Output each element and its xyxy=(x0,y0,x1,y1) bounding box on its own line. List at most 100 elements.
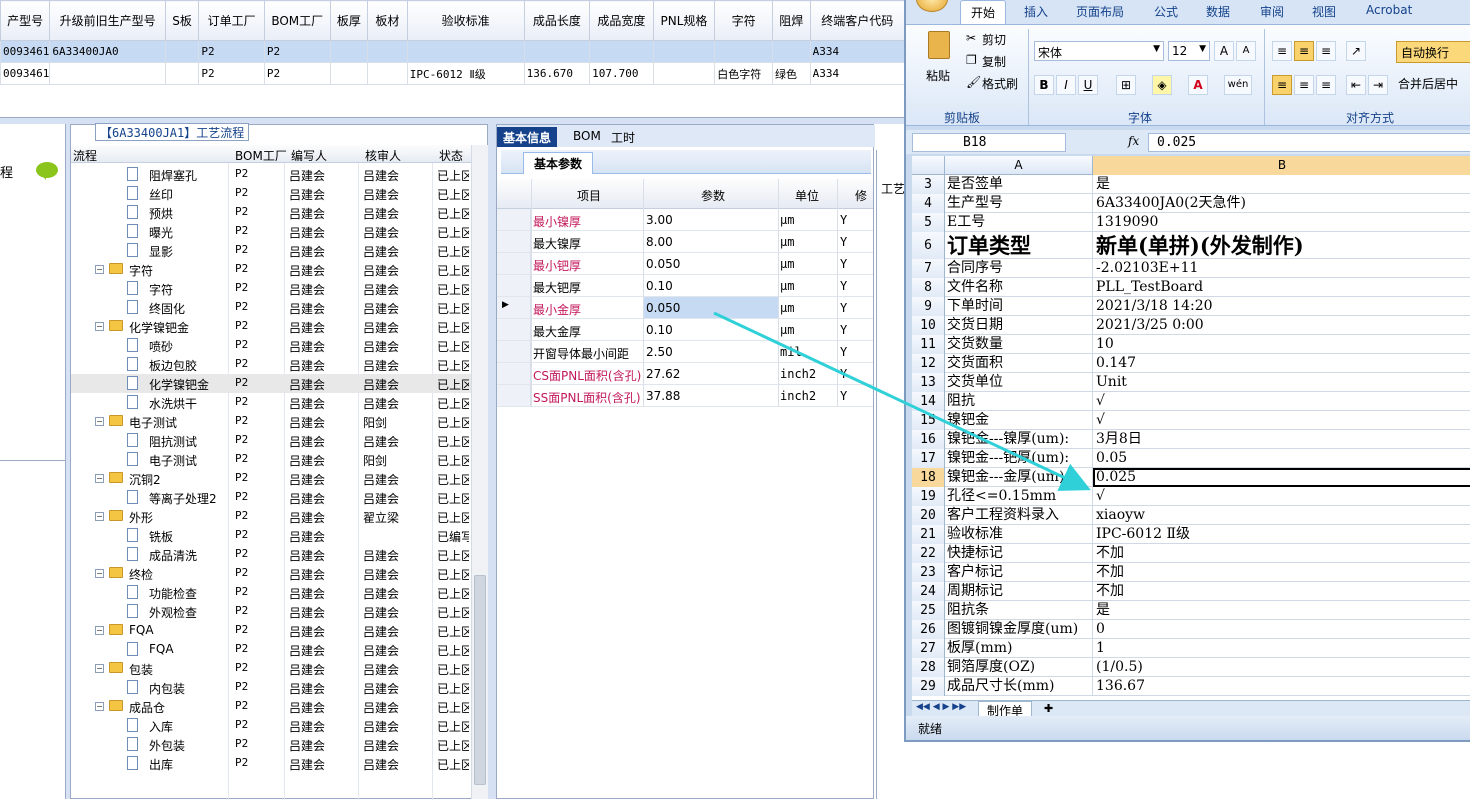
cell-a[interactable]: 交货数量 xyxy=(945,335,1093,354)
row-indicator[interactable] xyxy=(497,253,531,274)
table-cell[interactable] xyxy=(406,40,525,63)
row-number[interactable]: 23 xyxy=(912,563,945,582)
cell-b[interactable]: 是 xyxy=(1093,175,1470,194)
table-cell[interactable] xyxy=(652,40,716,63)
tree-row[interactable]: − 字符 P2 吕建会 吕建会 已上区 xyxy=(71,260,471,279)
row-number[interactable]: 21 xyxy=(912,525,945,544)
process-scrollbar[interactable] xyxy=(471,145,488,799)
row-number[interactable]: 6 xyxy=(912,232,945,259)
tree-row[interactable]: 外包装 P2 吕建会 吕建会 已上区 xyxy=(71,735,471,754)
align-right-icon[interactable]: ≡ xyxy=(1316,75,1336,95)
sheet-row[interactable]: 25 阻抗条是 xyxy=(912,601,1470,620)
table-cell[interactable]: P2 xyxy=(263,40,331,63)
sheet-row[interactable]: 8 文件名称 PLL_TestBoard xyxy=(912,278,1470,297)
cell-a[interactable]: 阻抗条 xyxy=(945,601,1093,620)
tree-row[interactable]: 等离子处理2 P2 吕建会 吕建会 已上区 xyxy=(71,488,471,507)
row-number[interactable]: 22 xyxy=(912,544,945,563)
cell-b[interactable]: √ xyxy=(1093,411,1470,430)
cell-b[interactable]: 136.67 xyxy=(1093,677,1470,696)
scroll-thumb[interactable] xyxy=(474,575,486,785)
row-number[interactable]: 11 xyxy=(912,335,945,354)
param-value[interactable]: 3.00 xyxy=(644,209,778,230)
table-cell[interactable]: IPC-6012 Ⅱ级 xyxy=(406,62,525,85)
sheet-row[interactable]: 29 成品尺寸长(mm) 136.67 xyxy=(912,677,1470,696)
table-row[interactable]: 0093461 P2 P2 IPC-6012 Ⅱ级 136.670 107.700 白色字符… xyxy=(0,62,906,85)
header-param[interactable]: 参数 xyxy=(701,187,725,204)
sheet-row[interactable]: 9 下单时间 2021/3/18 14:20 xyxy=(912,297,1470,316)
tree-row[interactable]: 阻抗测试 P2 吕建会 吕建会 已上区 xyxy=(71,431,471,450)
param-flag[interactable]: Y xyxy=(840,213,847,227)
param-flag[interactable]: Y xyxy=(840,323,847,337)
cell-a[interactable]: 孔径<=0.15mm xyxy=(945,487,1093,506)
table-cell[interactable]: A334 xyxy=(809,40,906,63)
cell-b[interactable]: 不加 xyxy=(1093,582,1470,601)
cut-icon[interactable]: ✂ xyxy=(966,31,976,45)
param-value[interactable]: 27.62 xyxy=(644,363,778,384)
row-indicator[interactable] xyxy=(497,363,531,384)
wrap-text-button[interactable]: 自动换行 xyxy=(1396,41,1470,63)
tree-row[interactable]: 终固化 P2 吕建会 吕建会 已上区 xyxy=(71,298,471,317)
fx-icon[interactable]: fx xyxy=(1128,134,1139,148)
font-name-select[interactable]: 宋体 ▼ xyxy=(1034,41,1164,61)
grid-header[interactable]: 订单工厂 xyxy=(198,0,265,41)
table-cell[interactable]: 6A33400JA0 xyxy=(49,40,166,63)
collapse-icon[interactable]: − xyxy=(95,417,104,426)
row-number[interactable]: 17 xyxy=(912,449,945,468)
row-number[interactable]: 3 xyxy=(912,175,945,194)
tree-row[interactable]: 板边包胶 P2 吕建会 吕建会 已上区 xyxy=(71,355,471,374)
tree-row[interactable]: − 包装 P2 吕建会 吕建会 已上区 xyxy=(71,659,471,678)
border-icon[interactable]: ⊞ xyxy=(1116,75,1136,95)
cell-b[interactable]: (1/0.5) xyxy=(1093,658,1470,677)
param-flag[interactable]: Y xyxy=(840,235,847,249)
table-cell[interactable]: 0093461 xyxy=(0,40,51,63)
sheet-nav-icon[interactable]: ◀◀ ◀ ▶ ▶▶ xyxy=(916,702,966,712)
table-cell[interactable] xyxy=(367,62,408,85)
table-cell[interactable]: 绿色 xyxy=(771,62,811,85)
grid-header[interactable]: S板 xyxy=(164,0,200,41)
param-flag[interactable]: Y xyxy=(840,257,847,271)
table-cell[interactable] xyxy=(49,62,166,85)
header-item[interactable]: 项目 xyxy=(577,187,601,204)
grid-header[interactable]: 终端客户代码 xyxy=(809,0,906,41)
param-flag[interactable]: Y xyxy=(840,345,847,359)
tab-work-hours[interactable]: 工时 xyxy=(605,127,641,147)
header-status[interactable]: 状态 xyxy=(439,147,463,164)
align-left-icon[interactable]: ≡ xyxy=(1272,75,1292,95)
cell-b[interactable]: xiaoyw xyxy=(1093,506,1470,525)
align-top-icon[interactable]: ≡ xyxy=(1272,41,1292,61)
row-indicator[interactable]: ▶ xyxy=(497,297,531,318)
grow-font-icon[interactable]: A xyxy=(1214,41,1234,61)
row-number[interactable]: 26 xyxy=(912,620,945,639)
row-indicator[interactable] xyxy=(497,209,531,230)
sheet-row[interactable]: 3 是否签单是 xyxy=(912,175,1470,194)
sheet-row[interactable]: 16 镍钯金---镍厚(um): 3月8日 xyxy=(912,430,1470,449)
param-row[interactable]: 最大镍厚 8.00 μm Y xyxy=(497,231,873,253)
collapse-icon[interactable]: − xyxy=(95,702,104,711)
cell-a[interactable]: 快捷标记 xyxy=(945,544,1093,563)
chevron-down-icon[interactable]: ▼ xyxy=(1153,44,1160,54)
table-cell[interactable]: 白色字符 xyxy=(714,62,773,85)
vertical-splitter-mid[interactable] xyxy=(488,124,496,799)
row-indicator[interactable] xyxy=(497,341,531,362)
table-cell[interactable] xyxy=(164,40,200,63)
tree-row[interactable]: FQA P2 吕建会 吕建会 已上区 xyxy=(71,640,471,659)
table-cell[interactable]: P2 xyxy=(198,62,265,85)
cell-a[interactable]: 客户标记 xyxy=(945,563,1093,582)
table-cell[interactable]: 136.670 xyxy=(523,62,591,85)
header-writer[interactable]: 编写人 xyxy=(291,147,327,164)
cell-a[interactable]: 镍钯金---镍厚(um): xyxy=(945,430,1093,449)
param-row[interactable]: 最小钯厚 0.050 μm Y xyxy=(497,253,873,275)
param-row[interactable]: ▶ 最小金厚 0.050 μm Y xyxy=(497,297,873,319)
collapse-icon[interactable]: − xyxy=(95,322,104,331)
cell-b[interactable]: 0 xyxy=(1093,620,1470,639)
table-cell[interactable]: A334 xyxy=(809,62,906,85)
param-value[interactable]: 0.10 xyxy=(644,275,778,296)
tab-formulas[interactable]: 公式 xyxy=(1154,3,1178,20)
row-number[interactable]: 8 xyxy=(912,278,945,297)
font-color-icon[interactable]: A xyxy=(1188,75,1208,95)
format-painter-icon[interactable]: 🖌 xyxy=(966,75,981,89)
param-flag[interactable]: Y xyxy=(840,301,847,315)
sheet-row[interactable]: 24 周期标记 不加 xyxy=(912,582,1470,601)
param-flag[interactable]: Y xyxy=(840,389,847,403)
tree-row[interactable]: 成品清洗 P2 吕建会 吕建会 已上区 xyxy=(71,545,471,564)
